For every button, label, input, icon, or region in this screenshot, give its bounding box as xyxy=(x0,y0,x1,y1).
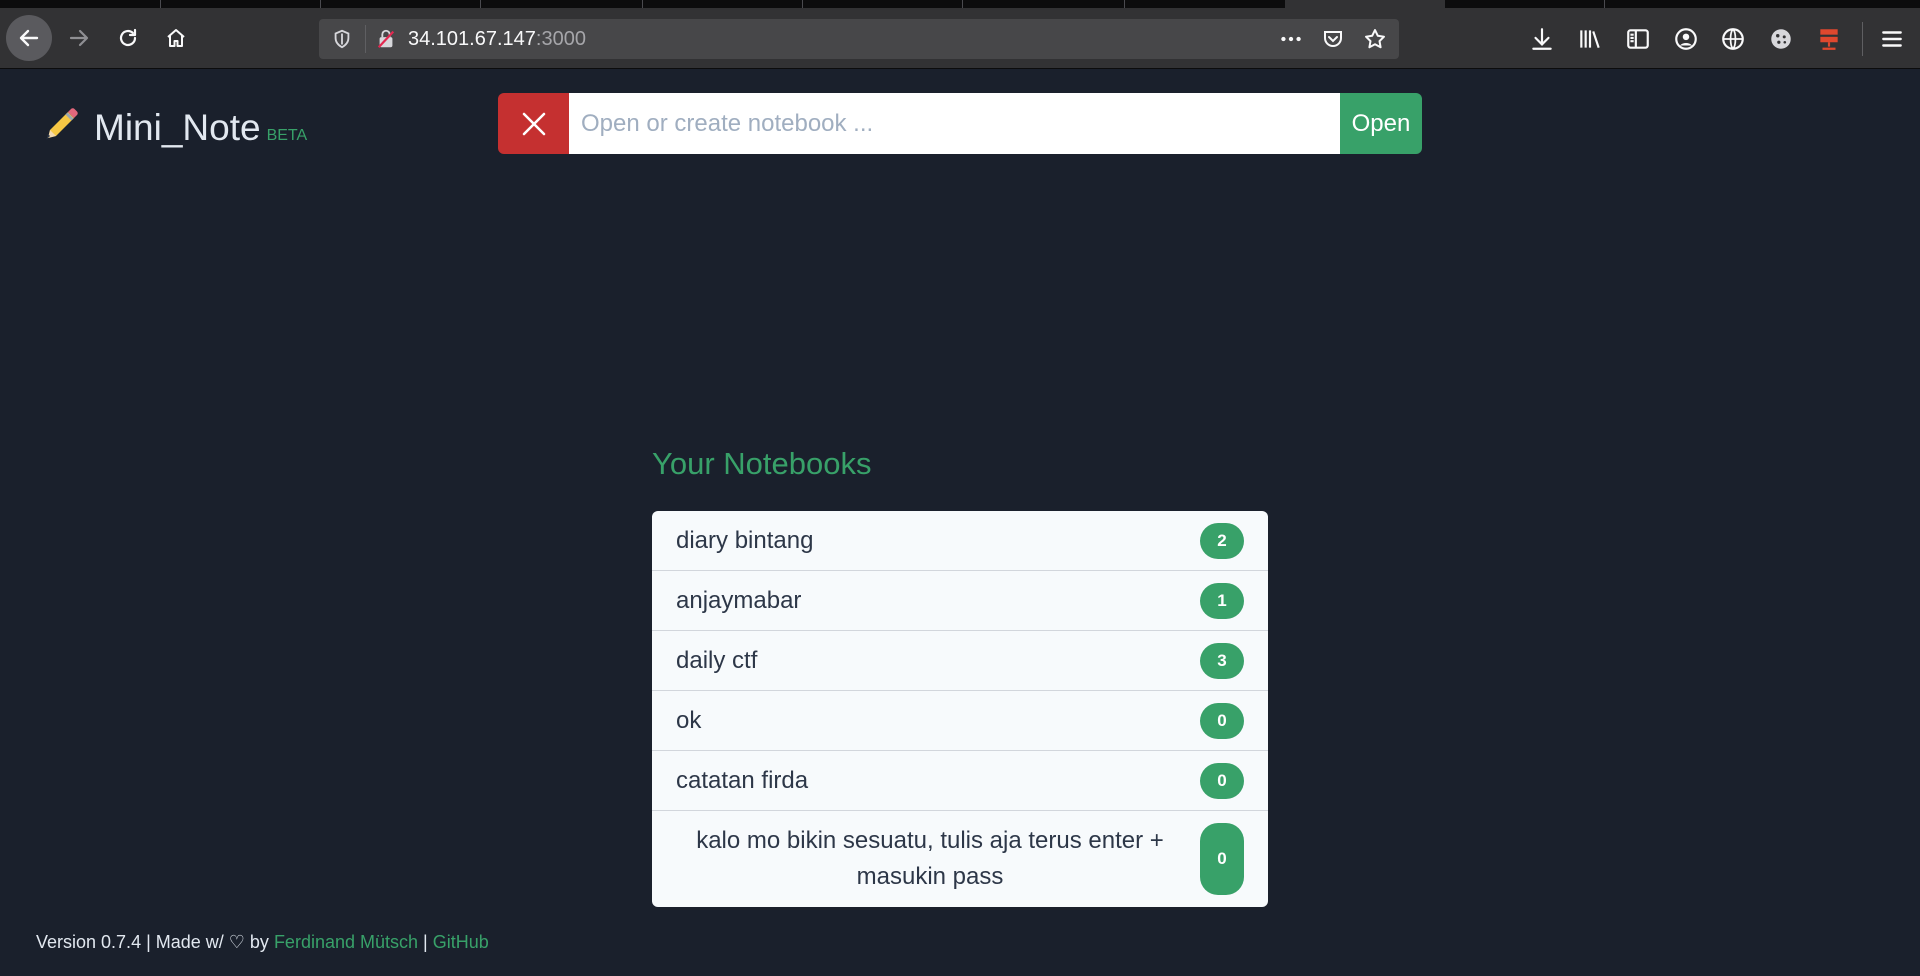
tab-divider xyxy=(160,0,161,8)
url-divider xyxy=(365,25,366,53)
open-button[interactable]: Open xyxy=(1340,93,1422,154)
notebook-name: kalo mo bikin sesuatu, tulis aja terus e… xyxy=(696,827,1164,890)
home-icon xyxy=(167,29,185,47)
notebook-input[interactable] xyxy=(569,93,1340,154)
note-count-badge: 3 xyxy=(1200,642,1244,679)
notebook-list: diary bintang 2 anjaymabar 1 daily ctf 3… xyxy=(652,511,1268,907)
pocket-icon[interactable] xyxy=(1319,25,1347,53)
notebook-search-bar: Open xyxy=(498,93,1422,154)
tab-divider xyxy=(642,0,643,8)
notebook-item[interactable]: diary bintang 2 xyxy=(652,511,1268,571)
footer-separator: | xyxy=(418,932,433,952)
footer: Version 0.7.4 | Made w/ ♡ by Ferdinand M… xyxy=(36,932,489,953)
hamburger-menu-icon[interactable] xyxy=(1875,22,1909,56)
github-link[interactable]: GitHub xyxy=(433,932,489,952)
arrow-left-icon xyxy=(19,29,39,47)
tab-divider xyxy=(1604,0,1605,8)
clear-button[interactable] xyxy=(498,93,569,154)
url-host: 34.101.67.147 xyxy=(408,27,536,50)
active-tab[interactable] xyxy=(1285,0,1445,8)
footer-version-text: Version 0.7.4 | Made w/ ♡ by xyxy=(36,932,274,952)
reload-icon xyxy=(119,28,137,47)
back-button[interactable] xyxy=(6,15,52,61)
note-count-badge: 1 xyxy=(1200,582,1244,619)
author-link[interactable]: Ferdinand Mütsch xyxy=(274,932,418,952)
home-button[interactable] xyxy=(153,15,199,61)
note-count-badge: 0 xyxy=(1200,702,1244,739)
note-count-badge: 0 xyxy=(1200,762,1244,799)
pencil-icon xyxy=(40,104,80,144)
notebook-name: ok xyxy=(676,706,702,734)
notebook-name: daily ctf xyxy=(676,646,758,674)
tab-divider xyxy=(1124,0,1125,8)
toolbar-separator xyxy=(1862,22,1863,56)
url-text[interactable]: 34.101.67.147:3000 xyxy=(408,28,586,51)
notebook-name: anjaymabar xyxy=(676,586,802,614)
note-count-badge: 2 xyxy=(1200,522,1244,559)
notebook-name: catatan firda xyxy=(676,766,809,794)
forward-button[interactable] xyxy=(56,15,102,61)
insecure-lock-icon[interactable] xyxy=(374,27,398,51)
tab-divider xyxy=(480,0,481,8)
note-count-badge: 0 xyxy=(1200,823,1244,895)
beta-badge: BETA xyxy=(266,127,308,144)
notebook-item[interactable]: catatan firda 0 xyxy=(652,751,1268,811)
library-icon[interactable] xyxy=(1573,22,1607,56)
downloads-icon[interactable] xyxy=(1525,22,1559,56)
globe-extension-icon[interactable] xyxy=(1716,22,1750,56)
cookie-extension-icon[interactable] xyxy=(1764,22,1798,56)
network-extension-icon[interactable] xyxy=(1812,22,1846,56)
page-actions-icon[interactable] xyxy=(1277,25,1305,53)
sidebar-icon[interactable] xyxy=(1621,22,1655,56)
url-bar[interactable]: 34.101.67.147:3000 xyxy=(319,19,1399,59)
bookmark-star-icon[interactable] xyxy=(1361,25,1389,53)
notebook-item[interactable]: ok 0 xyxy=(652,691,1268,751)
browser-tabstrip xyxy=(0,0,1920,8)
arrow-right-icon xyxy=(69,29,89,47)
notebook-name: diary bintang xyxy=(676,526,814,554)
brand[interactable]: Mini_Note BETA xyxy=(40,100,307,149)
notebook-item[interactable]: daily ctf 3 xyxy=(652,631,1268,691)
close-icon xyxy=(522,112,545,135)
tab-divider xyxy=(802,0,803,8)
notebook-item[interactable]: kalo mo bikin sesuatu, tulis aja terus e… xyxy=(652,811,1268,907)
tracking-shield-icon[interactable] xyxy=(329,26,355,52)
tab-divider xyxy=(320,0,321,8)
url-port: :3000 xyxy=(535,27,586,50)
account-icon[interactable] xyxy=(1669,22,1703,56)
browser-toolbar: 34.101.67.147:3000 xyxy=(0,8,1920,69)
tab-divider xyxy=(962,0,963,8)
reload-button[interactable] xyxy=(105,15,151,61)
notebook-item[interactable]: anjaymabar 1 xyxy=(652,571,1268,631)
app-title: Mini_Note xyxy=(94,107,261,148)
notebooks-heading: Your Notebooks xyxy=(652,446,872,481)
